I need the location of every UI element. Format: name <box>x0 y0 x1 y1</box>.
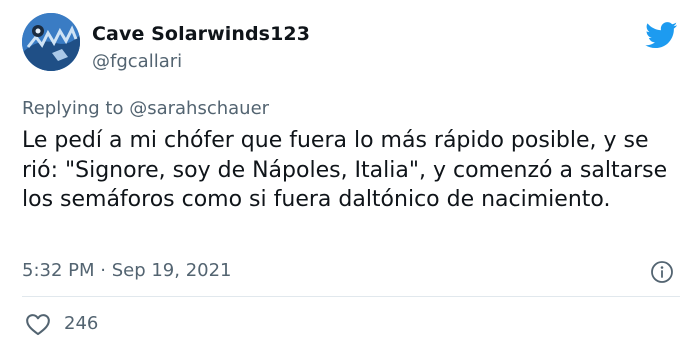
replying-prefix: Replying to <box>22 98 130 119</box>
like-count: 246 <box>64 313 99 334</box>
tweet-time: 5:32 PM <box>22 260 95 281</box>
avatar[interactable] <box>22 13 80 71</box>
heart-icon[interactable] <box>25 312 51 336</box>
user-handle[interactable]: @fgcallari <box>92 51 182 72</box>
reply-mention-link[interactable]: @sarahschauer <box>129 98 269 119</box>
twitter-bird-icon[interactable] <box>645 22 678 49</box>
tweet-date: Sep 19, 2021 <box>111 260 232 281</box>
divider <box>22 296 680 297</box>
tweet-card: Cave Solarwinds123 @fgcallari Replying t… <box>0 0 700 349</box>
avatar-image <box>22 13 80 71</box>
replying-to: Replying to @sarahschauer <box>22 98 269 119</box>
display-name[interactable]: Cave Solarwinds123 <box>92 23 310 45</box>
tweet-timestamp[interactable]: 5:32 PM · Sep 19, 2021 <box>22 260 232 281</box>
meta-separator: · <box>94 260 112 281</box>
info-icon[interactable] <box>650 260 674 284</box>
tweet-text: Le pedí a mi chófer que fuera lo más ráp… <box>22 128 668 212</box>
